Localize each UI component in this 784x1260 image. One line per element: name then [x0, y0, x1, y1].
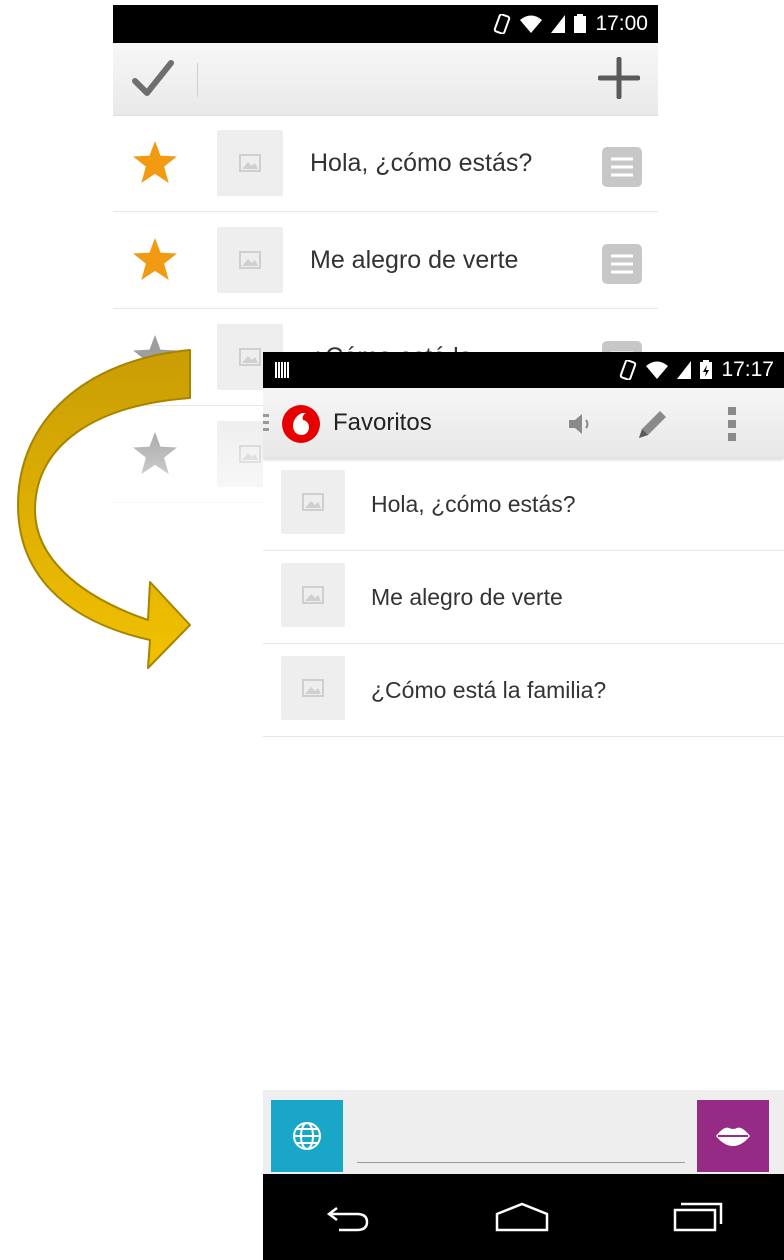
- status-icons: [619, 360, 713, 380]
- image-icon: [302, 679, 324, 697]
- image-icon: [239, 154, 261, 172]
- image-icon: [302, 493, 324, 511]
- phrase-input[interactable]: [357, 1110, 685, 1163]
- image-icon: [239, 348, 261, 366]
- action-bar: [113, 43, 658, 116]
- phrase-text: Me alegro de verte: [371, 583, 563, 610]
- wifi-icon: [646, 361, 669, 379]
- list-item[interactable]: Hola, ¿cómo estás?: [263, 458, 784, 551]
- status-icons: [493, 14, 587, 34]
- vibrate-icon: [620, 360, 637, 380]
- phrase-text: Hola, ¿cómo estás?: [371, 490, 576, 517]
- star-icon[interactable]: [133, 335, 177, 377]
- star-icon[interactable]: [133, 141, 177, 183]
- image-placeholder: [217, 227, 283, 293]
- status-bar: 17:17: [263, 352, 784, 388]
- favorites-list: Hola, ¿cómo estás? Me alegro de verte ¿C…: [263, 458, 784, 737]
- drawer-indicator-icon[interactable]: [263, 414, 271, 432]
- status-time: 17:00: [595, 12, 648, 35]
- lips-icon: [716, 1127, 750, 1146]
- vodafone-logo-icon[interactable]: [281, 404, 321, 444]
- plus-icon[interactable]: [598, 57, 640, 99]
- note-icon[interactable]: [602, 147, 642, 187]
- status-bar: 17:00: [113, 5, 658, 43]
- signal-icon: [551, 15, 566, 33]
- barcode-icon: [275, 362, 289, 378]
- speak-button[interactable]: [697, 1100, 769, 1172]
- wifi-icon: [520, 15, 543, 33]
- phrase-text: Hola, ¿cómo estás?: [310, 149, 533, 177]
- battery-icon: [574, 14, 587, 33]
- list-item[interactable]: Me alegro de verte: [263, 551, 784, 644]
- list-item[interactable]: Hola, ¿cómo estás?: [113, 115, 658, 212]
- recent-apps-icon[interactable]: [673, 1202, 723, 1232]
- status-time: 17:17: [721, 358, 774, 381]
- image-placeholder: [217, 130, 283, 196]
- globe-icon: [293, 1122, 321, 1150]
- back-icon[interactable]: [325, 1202, 371, 1232]
- star-icon[interactable]: [133, 238, 177, 280]
- list-item[interactable]: ¿Cómo está la familia?: [263, 644, 784, 737]
- list-item[interactable]: Me alegro de verte: [113, 212, 658, 309]
- input-bar: [263, 1090, 784, 1174]
- pencil-icon[interactable]: [635, 406, 671, 442]
- stage: 17:00 Hola, ¿cómo estás? Me alegro de ve…: [0, 0, 784, 1260]
- speaker-icon[interactable]: [567, 412, 597, 436]
- action-divider: [197, 63, 198, 97]
- page-title: Favoritos: [333, 409, 432, 436]
- vibrate-icon: [494, 14, 511, 34]
- check-icon[interactable]: [131, 59, 175, 99]
- image-icon: [302, 586, 324, 604]
- overflow-menu-icon[interactable]: [727, 406, 737, 442]
- phrase-text: ¿Cómo está la familia?: [371, 676, 607, 703]
- phrase-text: Me alegro de verte: [310, 246, 519, 274]
- battery-charging-icon: [700, 360, 713, 379]
- language-button[interactable]: [271, 1100, 343, 1172]
- action-bar: Favoritos: [263, 388, 784, 458]
- signal-icon: [677, 361, 692, 379]
- navigation-bar: [263, 1174, 784, 1260]
- image-icon: [239, 251, 261, 269]
- front-screen: 17:17 Favoritos Hola, ¿cómo estás? Me al…: [263, 352, 784, 1260]
- home-icon[interactable]: [494, 1202, 550, 1232]
- note-icon[interactable]: [602, 244, 642, 284]
- image-placeholder: [281, 563, 345, 627]
- image-placeholder: [281, 656, 345, 720]
- image-placeholder: [281, 470, 345, 534]
